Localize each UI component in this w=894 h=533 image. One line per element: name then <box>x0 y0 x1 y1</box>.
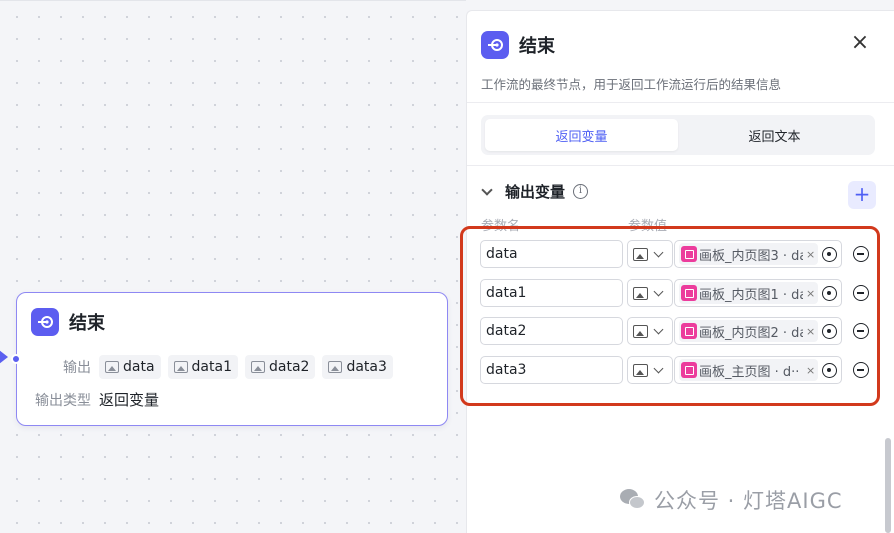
remove-param-icon[interactable] <box>853 246 869 262</box>
param-name-input[interactable]: data1 <box>480 279 623 307</box>
param-type-select[interactable] <box>627 317 673 345</box>
node-header: 结束 <box>31 308 105 336</box>
input-port-dot[interactable] <box>11 354 21 364</box>
close-icon[interactable]: × <box>850 32 870 54</box>
output-type-value: 返回变量 <box>99 391 160 409</box>
param-name-input[interactable]: data2 <box>480 317 623 345</box>
info-icon[interactable]: i <box>573 184 589 199</box>
output-variables-header[interactable]: 输出变量 i <box>481 181 589 202</box>
remove-reference-icon[interactable]: × <box>806 248 815 261</box>
input-port-arrow[interactable] <box>0 350 8 364</box>
reference-text: 画板_内页图3 · data <box>699 248 803 264</box>
reference-text: 画板_主页图 · d·· <box>699 364 800 380</box>
param-value-field[interactable]: 画板_内页图1 · data × <box>674 279 842 307</box>
param-value-field[interactable]: 画板_主页图 · d·· × <box>674 356 842 384</box>
param-type-select[interactable] <box>627 356 673 384</box>
divider <box>467 165 894 166</box>
node-output-row: 输出 data data1 data2 data3 <box>31 355 400 379</box>
image-icon <box>633 247 648 261</box>
node-output-type-row: 输出类型 返回变量 <box>31 389 159 410</box>
wechat-icon <box>620 489 646 511</box>
reference-chip: 画板_内页图1 · data × <box>679 282 818 304</box>
add-variable-button[interactable]: + <box>848 181 876 209</box>
param-value-field[interactable]: 画板_内页图2 · data × <box>674 317 842 345</box>
chevron-down-icon <box>653 324 664 334</box>
variable-picker-icon[interactable] <box>822 324 837 339</box>
chevron-down-icon <box>653 286 664 296</box>
reference-text: 画板_内页图1 · data <box>699 287 803 303</box>
canvas-board-icon <box>681 362 697 378</box>
image-icon <box>633 286 648 300</box>
image-icon <box>251 361 265 373</box>
watermark-text: 公众号 · 灯塔AIGC <box>654 489 843 513</box>
image-icon <box>633 324 648 338</box>
reference-chip: 画板_内页图2 · data × <box>679 320 818 342</box>
param-name-input[interactable]: data <box>480 240 623 268</box>
panel-scrollbar[interactable] <box>885 438 891 533</box>
reference-chip: 画板_主页图 · d·· × <box>679 359 818 381</box>
param-value-field[interactable]: 画板_内页图3 · data × <box>674 240 842 268</box>
panel-description: 工作流的最终节点，用于返回工作流运行后的结果信息 <box>481 77 782 92</box>
node-title: 结束 <box>69 313 105 334</box>
image-icon <box>328 361 343 373</box>
image-icon <box>173 361 188 373</box>
end-node-icon <box>31 308 59 336</box>
remove-param-icon[interactable] <box>853 285 869 301</box>
variable-picker-icon[interactable] <box>822 247 837 262</box>
output-tag: data <box>99 355 161 379</box>
canvas-board-icon <box>681 285 697 301</box>
canvas-board-icon <box>681 246 697 262</box>
output-tag: data3 <box>322 355 393 379</box>
end-node-icon <box>481 31 509 59</box>
panel-header: 结束 <box>481 31 555 59</box>
param-name-input[interactable]: data3 <box>480 356 623 384</box>
image-icon <box>633 363 648 377</box>
tab-return-text[interactable]: 返回文本 <box>678 119 871 151</box>
divider <box>467 102 894 103</box>
output-tag: data2 <box>245 355 316 379</box>
remove-reference-icon[interactable]: × <box>806 325 815 338</box>
section-title: 输出变量 <box>505 183 566 201</box>
variable-picker-icon[interactable] <box>822 286 837 301</box>
output-label: 输出 <box>63 360 91 376</box>
remove-param-icon[interactable] <box>853 362 869 378</box>
canvas-board-icon <box>681 323 697 339</box>
watermark: 公众号 · 灯塔AIGC <box>620 485 843 515</box>
panel-title: 结束 <box>519 36 555 57</box>
reference-text: 画板_内页图2 · data <box>699 325 803 341</box>
param-type-select[interactable] <box>627 279 673 307</box>
output-tag: data1 <box>167 355 238 379</box>
reference-chip: 画板_内页图3 · data × <box>679 243 818 265</box>
tab-return-variable[interactable]: 返回变量 <box>485 119 678 151</box>
chevron-down-icon <box>653 247 664 257</box>
end-node-card[interactable]: 结束 输出 data data1 data2 data3 输出类型 返回变量 <box>16 292 448 426</box>
output-type-label: 输出类型 <box>35 392 91 409</box>
canvas-edge <box>0 0 466 1</box>
remove-param-icon[interactable] <box>853 323 869 339</box>
return-mode-tabs: 返回变量 返回文本 <box>481 115 875 155</box>
remove-reference-icon[interactable]: × <box>806 364 815 377</box>
variable-picker-icon[interactable] <box>822 363 837 378</box>
chevron-down-icon <box>653 363 664 373</box>
chevron-down-icon[interactable] <box>481 183 493 196</box>
image-icon <box>105 361 119 373</box>
param-type-select[interactable] <box>627 240 673 268</box>
remove-reference-icon[interactable]: × <box>806 287 815 300</box>
